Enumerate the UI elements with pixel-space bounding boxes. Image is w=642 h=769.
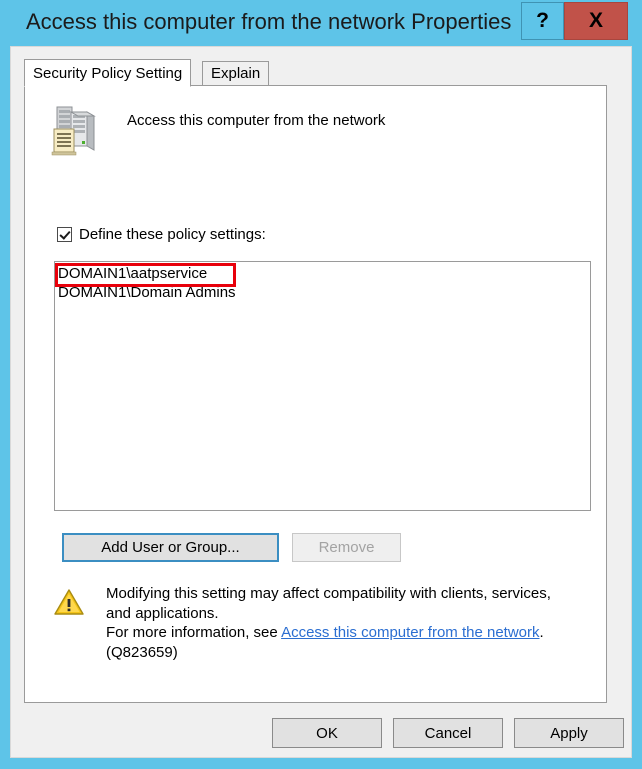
server-computer-icon: [51, 106, 96, 156]
tab-security-policy-setting[interactable]: Security Policy Setting: [24, 59, 192, 87]
policy-header: Access this computer from the network: [37, 99, 557, 157]
warning-kb-number: (Q823659): [106, 643, 178, 661]
list-item[interactable]: DOMAIN1\Domain Admins: [55, 283, 590, 302]
properties-dialog-window: Access this computer from the network Pr…: [0, 0, 642, 769]
help-button[interactable]: ?: [521, 2, 564, 40]
cancel-button[interactable]: Cancel: [393, 718, 503, 748]
tab-explain[interactable]: Explain: [202, 61, 270, 86]
close-button[interactable]: X: [564, 2, 628, 40]
warning-text: Modifying this setting may affect compat…: [106, 584, 594, 662]
warning-line-3-suffix: .: [539, 624, 544, 641]
add-user-or-group-button[interactable]: Add User or Group...: [62, 533, 279, 562]
tab-content-panel: Access this computer from the network De…: [24, 85, 607, 703]
remove-button[interactable]: Remove: [292, 533, 401, 562]
warning-line-1: Modifying this setting may affect compat…: [106, 585, 551, 602]
policy-name-label: Access this computer from the network: [127, 112, 386, 129]
warning-line-2: and applications.: [106, 604, 219, 622]
warning-line-3-prefix: For more information, see: [106, 624, 282, 641]
list-item[interactable]: DOMAIN1\aatpservice: [55, 264, 590, 283]
members-list-box[interactable]: DOMAIN1\aatpservice DOMAIN1\Domain Admin…: [54, 261, 591, 511]
title-bar: Access this computer from the network Pr…: [0, 0, 642, 46]
dialog-body: Security Policy Setting Explain Access t…: [10, 46, 632, 758]
define-policy-settings-checkbox[interactable]: [57, 227, 72, 242]
define-policy-settings-row[interactable]: Define these policy settings:: [57, 226, 266, 243]
ok-button[interactable]: OK: [272, 718, 382, 748]
more-information-link[interactable]: Access this computer from the network: [281, 624, 539, 641]
warning-triangle-icon: [54, 589, 84, 615]
window-title: Access this computer from the network Pr…: [26, 9, 512, 34]
apply-button[interactable]: Apply: [514, 718, 624, 748]
define-policy-settings-label: Define these policy settings:: [79, 226, 266, 243]
